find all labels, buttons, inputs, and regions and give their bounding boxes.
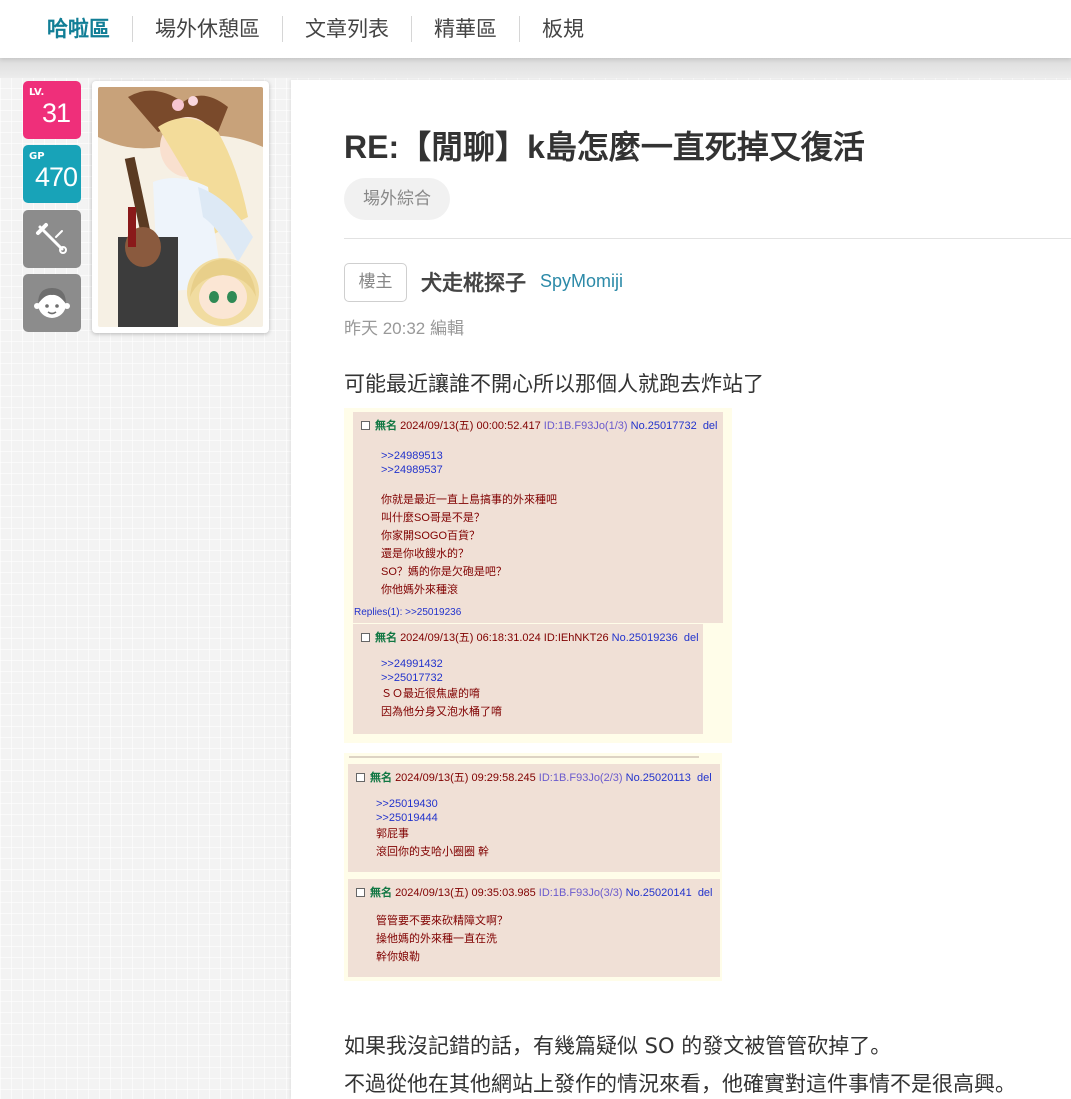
board-tag[interactable]: 場外綜合: [344, 178, 450, 220]
reply-checkbox[interactable]: [361, 421, 370, 430]
reply-line: 管管要不要來砍精障文啊？: [376, 915, 508, 927]
reply-name: 無名: [370, 772, 392, 784]
avatar-illustration: [98, 87, 263, 327]
reply-name: 無名: [370, 887, 392, 899]
level-label: LV.: [29, 87, 45, 98]
reply-id: ID:IEhNKT26: [543, 632, 609, 644]
thread-reply: 無名 2024/09/13(五) 00:00:52.417 ID:1B.F93J…: [353, 412, 723, 623]
quote-link[interactable]: >>25019430: [376, 797, 489, 811]
gp-badge[interactable]: GP 470: [23, 145, 81, 203]
nav-tab-offsite-lounge[interactable]: 場外休憩區: [133, 16, 282, 42]
thread-reply: 無名 2024/09/13(五) 09:35:03.985 ID:1B.F93J…: [348, 879, 720, 977]
wrench-icon: [36, 223, 67, 254]
gp-label: GP: [29, 151, 45, 162]
reply-name: 無名: [375, 632, 397, 644]
author-name[interactable]: 犬走椛探子: [421, 267, 526, 297]
quote-link[interactable]: >>25017732: [381, 671, 502, 685]
reply-line: 操他媽的外來種一直在洗: [376, 933, 497, 945]
reply-datetime: 2024/09/13(五) 09:35:03.985: [395, 887, 536, 899]
reply-header: 無名 2024/09/13(五) 09:35:03.985 ID:1B.F93J…: [356, 884, 713, 902]
reply-body: 管管要不要來砍精障文啊？ 操他媽的外來種一直在洗 幹你娘勒: [376, 912, 508, 966]
quote-link[interactable]: >>25019444: [376, 811, 489, 825]
nav-tab-featured[interactable]: 精華區: [412, 16, 519, 42]
embedded-screenshot-1: 無名 2024/09/13(五) 00:00:52.417 ID:1B.F93J…: [344, 408, 732, 743]
reply-del-link[interactable]: del: [698, 887, 713, 899]
reply-datetime: 2024/09/13(五) 09:29:58.245: [395, 772, 536, 784]
user-avatar-card[interactable]: [92, 81, 269, 333]
nav-tab-hala[interactable]: 哈啦區: [0, 16, 132, 42]
reply-checkbox[interactable]: [356, 773, 365, 782]
reply-id: ID:1B.F93Jo(1/3): [543, 420, 628, 432]
nav-tab-board-rules[interactable]: 板規: [520, 16, 606, 42]
reply-line: ＳＯ最近很焦慮的唷: [381, 688, 480, 700]
title-divider: [344, 238, 1071, 239]
reply-datetime: 2024/09/13(五) 00:00:52.417: [400, 420, 541, 432]
reply-name: 無名: [375, 420, 397, 432]
reply-checkbox[interactable]: [356, 888, 365, 897]
reply-number[interactable]: No.25020141: [626, 887, 692, 899]
embedded-screenshot-2: 無名 2024/09/13(五) 09:29:58.245 ID:1B.F93J…: [344, 753, 722, 981]
replies-backlinks[interactable]: Replies(1): >>25019236: [354, 607, 461, 618]
screenshot-divider: [349, 756, 699, 758]
nav-tab-article-list[interactable]: 文章列表: [283, 16, 411, 42]
post-paragraph: 可能最近讓誰不開心所以那個人就跑去炸站了: [344, 372, 764, 396]
level-badge[interactable]: LV. 31: [23, 81, 81, 139]
reply-line: 你家開SOGO百貨？: [381, 530, 481, 542]
reply-line: 因為他分身又泡水桶了唷: [381, 706, 502, 718]
reply-number[interactable]: No.25020113: [626, 772, 691, 784]
reply-id: ID:1B.F93Jo(3/3): [538, 887, 623, 899]
reply-del-link[interactable]: del: [703, 420, 718, 432]
reply-del-link[interactable]: del: [697, 772, 712, 784]
reply-line: 郭屁事: [376, 828, 409, 840]
reply-header: 無名 2024/09/13(五) 00:00:52.417 ID:1B.F93J…: [361, 417, 718, 435]
post-timestamp: 昨天 20:32 編輯: [344, 319, 464, 338]
reply-line: 還是你收餿水的？: [381, 548, 469, 560]
reply-header: 無名 2024/09/13(五) 09:29:58.245 ID:1B.F93J…: [356, 769, 712, 787]
top-nav: 哈啦區 場外休憩區 文章列表 精華區 板規: [0, 0, 1071, 58]
reply-line: 幹你娘勒: [376, 951, 420, 963]
reply-line: 叫什麼SO哥是不是？: [381, 512, 485, 524]
reply-id: ID:1B.F93Jo(2/3): [538, 772, 623, 784]
reply-header: 無名 2024/09/13(五) 06:18:31.024 ID:IEhNKT2…: [361, 629, 699, 647]
op-badge: 樓主: [344, 263, 407, 302]
reply-text: 你就是最近一直上島搞事的外來種吧 叫什麼SO哥是不是？ 你家開SOGO百貨？ 還…: [381, 491, 557, 599]
post-title: RE:【閒聊】k島怎麼一直死掉又復活: [344, 129, 865, 165]
character-face-icon: [34, 288, 70, 318]
quote-link[interactable]: >>24991432: [381, 657, 502, 671]
reply-number[interactable]: No.25017732: [631, 420, 697, 432]
reply-number[interactable]: No.25019236: [612, 632, 678, 644]
reply-datetime: 2024/09/13(五) 06:18:31.024: [400, 632, 541, 644]
reply-body: >>25019430 >>25019444 郭屁事 滾回你的支哈小圈圈 幹: [376, 797, 489, 861]
post-paragraph: 不過從他在其他網站上發作的情況來看，他確實對這件事情不是很高興。: [344, 1072, 1016, 1096]
level-value: 31: [41, 97, 71, 128]
gp-value: 470: [34, 161, 78, 192]
reply-body: >>24991432 >>25017732 ＳＯ最近很焦慮的唷 因為他分身又泡水…: [381, 657, 502, 721]
tool-badge[interactable]: [23, 210, 81, 268]
thread-reply: 無名 2024/09/13(五) 06:18:31.024 ID:IEhNKT2…: [353, 624, 703, 734]
post-container: RE:【閒聊】k島怎麼一直死掉又復活 場外綜合 樓主 犬走椛探子 SpyMomi…: [291, 80, 1071, 1099]
thread-reply: 無名 2024/09/13(五) 09:29:58.245 ID:1B.F93J…: [348, 764, 720, 872]
nav-shadow-strip: [0, 58, 1071, 78]
reply-del-link[interactable]: del: [684, 632, 699, 644]
reply-line: 你他媽外來種滾: [381, 584, 458, 596]
author-id[interactable]: SpyMomiji: [540, 271, 623, 292]
character-badge[interactable]: [23, 274, 81, 332]
quote-link[interactable]: >>24989537: [381, 463, 443, 477]
reply-line: 滾回你的支哈小圈圈 幹: [376, 846, 490, 858]
reply-body: >>24989513 >>24989537: [381, 449, 443, 477]
reply-checkbox[interactable]: [361, 633, 370, 642]
reply-line: 你就是最近一直上島搞事的外來種吧: [381, 494, 557, 506]
quote-link[interactable]: >>24989513: [381, 449, 443, 463]
post-paragraph: 如果我沒記錯的話，有幾篇疑似 SO 的發文被管管砍掉了。: [344, 1034, 892, 1058]
reply-line: SO？媽的你是欠砲是吧？: [381, 566, 507, 578]
